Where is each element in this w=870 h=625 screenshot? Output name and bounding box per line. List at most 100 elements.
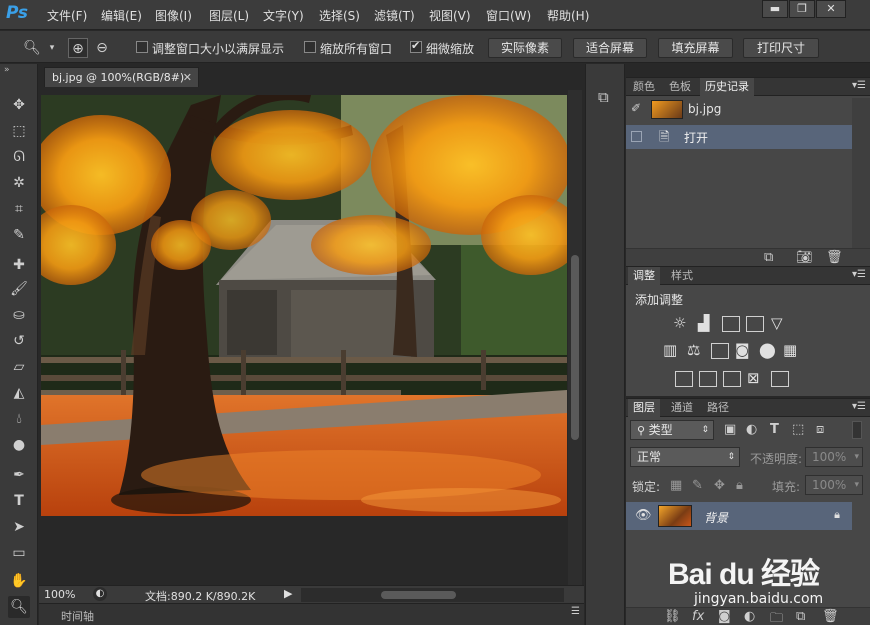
collapse-arrows-icon[interactable]: »: [4, 65, 10, 75]
zoom-level[interactable]: 100%: [44, 588, 75, 601]
adjustments-panel-menu-icon[interactable]: ▾☰: [852, 269, 866, 280]
history-item-open[interactable]: 🗎︎ 打开: [626, 125, 852, 149]
layer-row-background[interactable]: 👁︎ 背景 🔒︎: [626, 502, 852, 530]
threshold-icon[interactable]: [723, 371, 741, 387]
blur-tool-icon[interactable]: 💧︎: [8, 408, 30, 430]
new-snapshot-icon[interactable]: 📷︎: [796, 250, 813, 265]
layer-style-icon[interactable]: fx: [692, 609, 704, 624]
menu-select[interactable]: 选择(S): [319, 7, 360, 24]
tab-styles[interactable]: 样式: [666, 267, 698, 285]
horizontal-scroll-thumb[interactable]: [381, 591, 456, 599]
filter-toggle[interactable]: [852, 421, 862, 439]
gradient-map-icon[interactable]: ⊠: [747, 370, 760, 386]
brush-tool-icon[interactable]: 🖌︎: [8, 278, 30, 300]
zoom-tool-icon[interactable]: 🔍︎: [8, 596, 30, 618]
vertical-scrollbar[interactable]: [568, 90, 582, 586]
zoom-all-windows-checkbox[interactable]: [304, 41, 316, 53]
menu-window[interactable]: 窗口(W): [486, 7, 531, 24]
filter-shape-icon[interactable]: ⬚: [792, 422, 804, 437]
tab-history[interactable]: 历史记录: [700, 78, 754, 96]
delete-layer-icon[interactable]: 🗑︎: [822, 609, 839, 624]
clone-stamp-tool-icon[interactable]: ⛀: [8, 304, 30, 326]
black-white-icon[interactable]: [711, 343, 729, 359]
lasso-tool-icon[interactable]: ᘏ: [8, 146, 30, 168]
fill-screen-button[interactable]: 填充屏幕: [658, 38, 733, 58]
lock-position-icon[interactable]: ✥: [714, 478, 725, 493]
link-layers-icon[interactable]: ⛓︎: [664, 609, 681, 624]
horizontal-scrollbar[interactable]: [301, 588, 564, 602]
fill-field[interactable]: 100% ▾: [805, 475, 863, 495]
close-tab-icon[interactable]: ✕: [183, 68, 192, 87]
status-menu-icon[interactable]: ◐: [93, 587, 107, 601]
filter-type-layer-icon[interactable]: T: [770, 422, 779, 437]
history-panel-menu-icon[interactable]: ▾☰: [852, 80, 866, 91]
tool-preset-dropdown-icon[interactable]: ▾: [42, 38, 62, 58]
layer-name[interactable]: 背景: [704, 509, 728, 526]
menu-help[interactable]: 帮助(H): [547, 7, 589, 24]
eye-visibility-icon[interactable]: 👁︎: [635, 508, 652, 523]
invert-icon[interactable]: [675, 371, 693, 387]
lock-all-icon[interactable]: 🔒︎: [736, 478, 743, 493]
new-document-from-state-icon[interactable]: ⧉: [764, 250, 773, 265]
eraser-tool-icon[interactable]: ▱: [8, 356, 30, 378]
document-tab[interactable]: bj.jpg @ 100%(RGB/8#) ✕: [44, 67, 199, 87]
tab-layers[interactable]: 图层: [628, 399, 660, 417]
trash-icon[interactable]: 🗑︎: [826, 250, 843, 265]
color-lookup-icon[interactable]: ▦: [783, 342, 797, 358]
history-scrollbar[interactable]: [852, 98, 870, 248]
menu-file[interactable]: 文件(F): [47, 7, 87, 24]
timeline-menu-icon[interactable]: ☰: [571, 606, 580, 617]
crop-tool-icon[interactable]: ⌗: [8, 198, 30, 220]
levels-icon[interactable]: ▟: [698, 315, 710, 331]
pen-tool-icon[interactable]: ✒: [8, 464, 30, 486]
layer-mask-icon[interactable]: ◙: [718, 609, 731, 624]
zoom-out-icon[interactable]: ⊖: [92, 38, 112, 58]
timeline-tab[interactable]: 时间轴: [61, 608, 94, 624]
exposure-icon[interactable]: [746, 316, 764, 332]
tab-adjustments[interactable]: 调整: [628, 267, 660, 285]
eyedropper-tool-icon[interactable]: ✎: [8, 224, 30, 246]
hue-saturation-icon[interactable]: ▥: [663, 342, 677, 358]
history-panel-icon[interactable]: ⧉: [598, 88, 609, 106]
layer-filter-type[interactable]: ⚲ 类型 ⇕: [630, 420, 714, 440]
new-layer-icon[interactable]: ⧉: [796, 609, 805, 624]
maximize-button[interactable]: ❐: [789, 0, 815, 18]
history-snapshot-row[interactable]: ✐ bj.jpg: [626, 98, 852, 122]
menu-filter[interactable]: 滤镜(T): [374, 7, 415, 24]
status-arrow-icon[interactable]: ▶: [284, 587, 292, 600]
filter-smart-object-icon[interactable]: ⧈: [816, 422, 824, 437]
menu-image[interactable]: 图像(I): [155, 7, 192, 24]
canvas[interactable]: [41, 95, 567, 516]
brightness-contrast-icon[interactable]: ☼: [673, 315, 686, 331]
curves-icon[interactable]: [722, 316, 740, 332]
menu-view[interactable]: 视图(V): [429, 7, 471, 24]
healing-brush-tool-icon[interactable]: ✚: [8, 254, 30, 276]
vibrance-icon[interactable]: ▽: [771, 315, 783, 331]
fit-screen-button[interactable]: 适合屏幕: [573, 38, 647, 58]
history-source-checkbox[interactable]: [631, 131, 642, 142]
marquee-tool-icon[interactable]: ⬚: [8, 120, 30, 142]
print-size-button[interactable]: 打印尺寸: [743, 38, 819, 58]
tab-color[interactable]: 颜色: [628, 78, 660, 96]
tab-swatches[interactable]: 色板: [664, 78, 696, 96]
photo-filter-icon[interactable]: ◙: [735, 342, 750, 358]
scrubby-zoom-checkbox[interactable]: [410, 39, 422, 53]
path-selection-tool-icon[interactable]: ➤: [8, 516, 30, 538]
rectangle-tool-icon[interactable]: ▭: [8, 542, 30, 564]
channel-mixer-icon[interactable]: ⬤: [759, 342, 776, 358]
layers-panel-menu-icon[interactable]: ▾☰: [852, 401, 866, 412]
actual-pixels-button[interactable]: 实际像素: [488, 38, 562, 58]
zoom-tool-icon[interactable]: 🔍︎: [22, 38, 42, 58]
zoom-in-icon[interactable]: ⊕: [68, 38, 88, 58]
dodge-tool-icon[interactable]: ●: [8, 434, 30, 456]
posterize-icon[interactable]: [699, 371, 717, 387]
magic-wand-tool-icon[interactable]: ✲: [8, 172, 30, 194]
hand-tool-icon[interactable]: ✋: [8, 570, 30, 592]
minimize-button[interactable]: ▬: [762, 0, 788, 18]
close-window-button[interactable]: ✕: [816, 0, 846, 18]
lock-transparent-icon[interactable]: ▦: [670, 478, 682, 493]
resize-windows-checkbox[interactable]: [136, 41, 148, 53]
filter-adjustment-icon[interactable]: ◐: [746, 422, 757, 437]
move-tool-icon[interactable]: ✥: [8, 94, 30, 116]
type-tool-icon[interactable]: T: [8, 490, 30, 512]
